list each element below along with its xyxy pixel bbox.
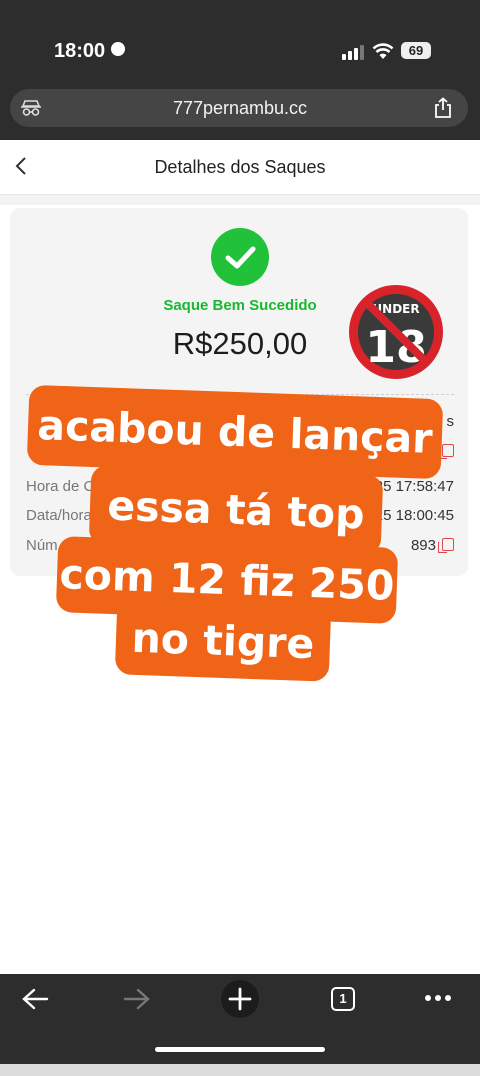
detail-value-created: 25 17:58:47 <box>374 478 454 495</box>
detail-value-number: 893 <box>411 537 454 554</box>
focus-emoji-icon <box>111 42 126 56</box>
share-icon[interactable] <box>433 97 453 119</box>
url-text[interactable]: 777pernambu.cc <box>0 98 480 119</box>
detail-value-type: s <box>446 413 455 430</box>
status-time: 18:00 <box>54 40 126 63</box>
page-title: Detalhes dos Saques <box>154 157 326 177</box>
copy-icon[interactable] <box>438 444 454 459</box>
home-indicator[interactable] <box>155 1047 325 1052</box>
copy-icon[interactable] <box>438 538 454 553</box>
tabs-button[interactable]: 1 <box>331 987 355 1011</box>
detail-label-number: Núm <box>26 537 58 554</box>
wifi-icon <box>372 43 394 59</box>
new-tab-button[interactable] <box>221 980 259 1018</box>
forward-arrow-icon[interactable] <box>123 987 151 1011</box>
back-arrow-icon[interactable] <box>21 987 49 1011</box>
detail-label-datetime: Data/hora <box>26 507 92 524</box>
battery-indicator: 69 <box>401 42 431 59</box>
bottom-strip <box>0 1064 480 1076</box>
caption-line-1: acabou de lançar <box>26 384 444 480</box>
caption-line-4: no tigre <box>114 600 332 682</box>
success-check-icon <box>211 228 269 286</box>
more-options-icon[interactable] <box>424 994 452 1002</box>
section-gap <box>0 195 480 205</box>
detail-label-created: Hora de C <box>26 478 95 495</box>
under-18-icon: UNDER 18 <box>349 285 443 379</box>
cellular-signal-icon <box>342 45 364 60</box>
